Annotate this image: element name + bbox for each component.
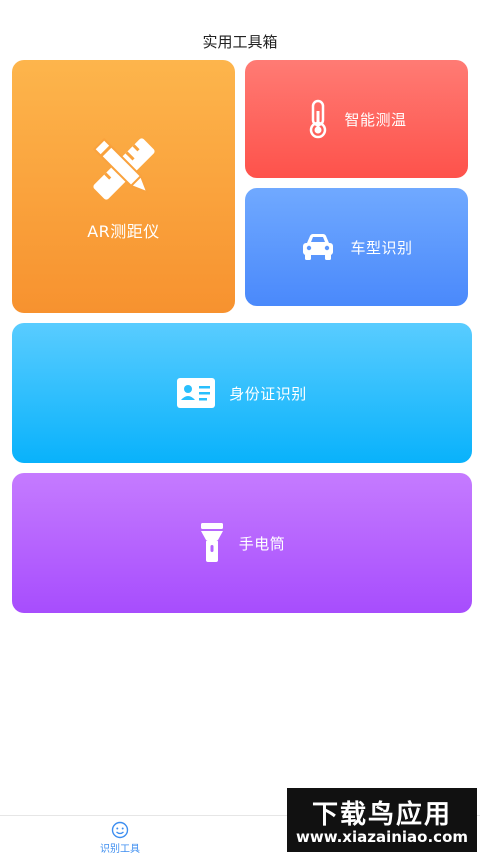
tab-recognition-tools[interactable]: 识别工具 xyxy=(95,821,145,855)
ar-card-label: AR测距仪 xyxy=(87,222,160,241)
car-recognition-card[interactable]: 车型识别 xyxy=(245,188,468,306)
thermometer-icon xyxy=(310,99,327,139)
pencil-ruler-icon xyxy=(92,137,155,200)
car-icon xyxy=(303,234,334,260)
temperature-card-label: 智能测温 xyxy=(344,110,407,129)
id-card-recognition-card[interactable]: 身份证识别 xyxy=(12,323,472,463)
face-scan-icon xyxy=(111,821,129,839)
ar-card-content: AR测距仪 xyxy=(12,136,235,242)
site-watermark: 下载鸟应用 www.xiazainiao.com xyxy=(287,788,477,852)
watermark-url: www.xiazainiao.com xyxy=(295,828,469,846)
ar-rangefinder-card[interactable]: AR测距仪 xyxy=(12,60,235,313)
smart-temperature-card[interactable]: 智能测温 xyxy=(245,60,468,178)
flashlight-card[interactable]: 手电筒 xyxy=(12,473,472,613)
temperature-card-content: 智能测温 xyxy=(245,99,468,139)
idcard-card-content: 身份证识别 xyxy=(12,378,472,408)
tab-recognition-tools-label: 识别工具 xyxy=(100,844,140,855)
page-title: 实用工具箱 xyxy=(202,33,278,51)
idcard-card-label: 身份证识别 xyxy=(229,384,307,403)
app-screen: 实用工具箱 AR测距仪 智能测温 车型识别 身份证识别 手电筒 识别工具 下载鸟… xyxy=(0,0,480,855)
flashlight-card-content: 手电筒 xyxy=(12,523,472,563)
car-card-content: 车型识别 xyxy=(245,232,468,262)
watermark-title: 下载鸟应用 xyxy=(311,800,452,830)
id-card-icon xyxy=(177,378,216,408)
flashlight-icon xyxy=(200,523,223,562)
car-card-label: 车型识别 xyxy=(350,238,413,257)
flashlight-card-label: 手电筒 xyxy=(238,534,286,553)
